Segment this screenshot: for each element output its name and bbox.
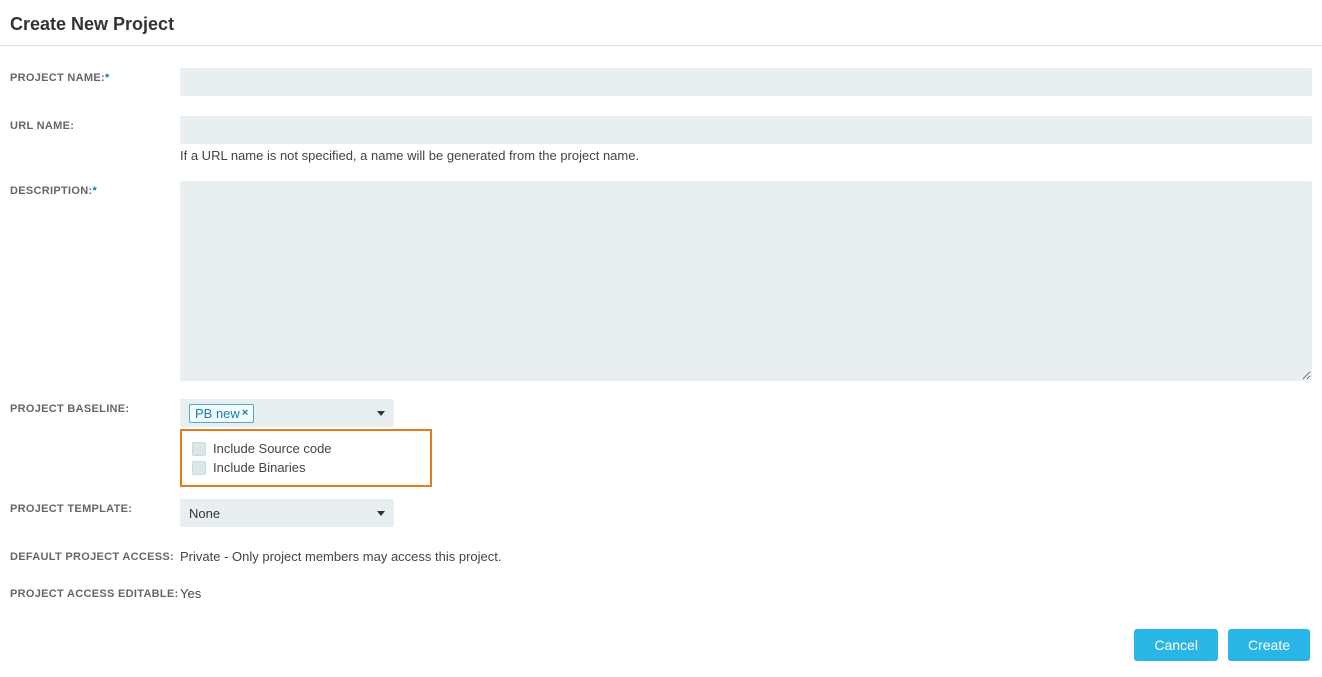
include-options-highlight: Include Source code Include Binaries: [180, 429, 432, 487]
include-binaries-label: Include Binaries: [213, 460, 306, 475]
description-row: DESCRIPTION:*: [10, 181, 1312, 381]
project-baseline-select[interactable]: PB new×: [180, 399, 394, 427]
project-template-select[interactable]: None: [180, 499, 394, 527]
project-baseline-row: PROJECT BASELINE: PB new×: [10, 399, 1312, 427]
url-name-input[interactable]: [180, 116, 1312, 144]
token-remove-icon[interactable]: ×: [242, 408, 248, 419]
project-name-input[interactable]: [180, 68, 1312, 96]
url-name-row: URL NAME: If a URL name is not specified…: [10, 116, 1312, 163]
form-actions: Cancel Create: [0, 621, 1322, 677]
project-template-value: None: [189, 506, 220, 521]
create-button[interactable]: Create: [1228, 629, 1310, 661]
project-access-editable-value: Yes: [180, 584, 1312, 601]
project-form: PROJECT NAME:* URL NAME: If a URL name i…: [10, 68, 1312, 601]
project-name-row: PROJECT NAME:*: [10, 68, 1312, 96]
default-project-access-row: DEFAULT PROJECT ACCESS: Private - Only p…: [10, 547, 1312, 564]
project-name-label-text: PROJECT NAME:: [10, 72, 105, 84]
chevron-down-icon: [377, 411, 385, 416]
project-template-label: PROJECT TEMPLATE:: [10, 499, 180, 515]
project-template-row: PROJECT TEMPLATE: None: [10, 499, 1312, 527]
cancel-button[interactable]: Cancel: [1134, 629, 1218, 661]
chevron-down-icon: [377, 511, 385, 516]
description-label-text: DESCRIPTION:: [10, 185, 92, 197]
default-project-access-label: DEFAULT PROJECT ACCESS:: [10, 547, 180, 563]
required-mark: *: [92, 185, 97, 197]
project-access-editable-row: PROJECT ACCESS EDITABLE: Yes: [10, 584, 1312, 601]
url-name-label: URL NAME:: [10, 116, 180, 132]
default-project-access-value: Private - Only project members may acces…: [180, 547, 1312, 564]
include-source-code-checkbox[interactable]: [192, 442, 206, 456]
project-baseline-token-text: PB new: [195, 406, 240, 421]
project-baseline-token[interactable]: PB new×: [189, 404, 254, 423]
title-divider: [0, 45, 1322, 46]
project-baseline-label: PROJECT BASELINE:: [10, 399, 180, 415]
include-source-code-label: Include Source code: [213, 441, 332, 456]
include-binaries-checkbox[interactable]: [192, 461, 206, 475]
description-label: DESCRIPTION:*: [10, 181, 180, 197]
page-title: Create New Project: [0, 0, 1322, 45]
description-textarea[interactable]: [180, 181, 1312, 381]
project-name-label: PROJECT NAME:*: [10, 68, 180, 84]
include-source-code-row: Include Source code: [192, 441, 420, 456]
url-name-hint: If a URL name is not specified, a name w…: [180, 148, 1312, 163]
project-access-editable-label: PROJECT ACCESS EDITABLE:: [10, 584, 180, 600]
required-mark: *: [105, 72, 110, 84]
include-binaries-row: Include Binaries: [192, 460, 420, 475]
